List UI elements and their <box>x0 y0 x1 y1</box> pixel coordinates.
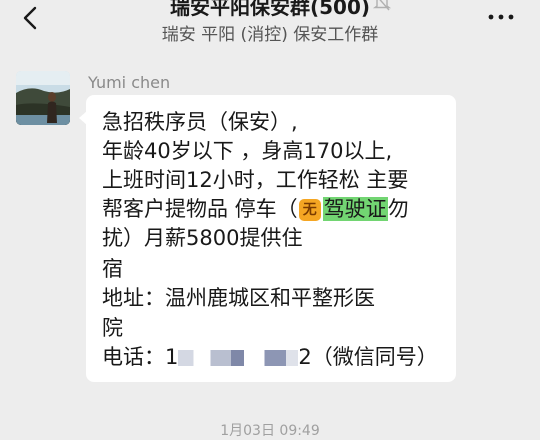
highlighted-keyword[interactable]: 驾驶证 <box>322 197 388 221</box>
sender-avatar[interactable] <box>16 71 70 125</box>
message-text: 帮客户提物品 停车（ <box>102 197 298 221</box>
phone-label: 电话： <box>102 345 165 369</box>
mute-bell-icon <box>372 0 392 11</box>
chat-header: 瑞安平阳保安群(500) 瑞安 平阳 (消控) 保安工作群 <box>0 0 540 50</box>
message-line: 院 <box>102 316 123 340</box>
message-line: 上班时间12小时，工作轻松 主要 <box>102 168 409 192</box>
more-dots-icon[interactable] <box>486 8 516 28</box>
message-timestamp: 1月03日 09:49 <box>220 423 320 439</box>
message-bubble[interactable]: 急招秩序员（保安）, 年龄40岁以下 ，身高170以上, 上班时间12小时，工作… <box>79 95 456 382</box>
message-line: 帮客户提物品 停车（无驾驶证勿 <box>102 194 409 224</box>
chat-subtitle: 瑞安 平阳 (消控) 保安工作群 <box>161 25 379 45</box>
no-emoji-icon: 无 <box>298 199 321 221</box>
chat-title: 瑞安平阳保安群(500) <box>169 0 371 19</box>
phone-digit-start: 1 <box>165 345 179 369</box>
message-line: 年龄40岁以下 ，身高170以上, <box>102 139 393 163</box>
message-line: 扰）月薪5800提供住 <box>102 226 303 250</box>
message-text: 勿 <box>387 197 409 221</box>
redacted-phone-mask <box>178 350 299 366</box>
message-line: 急招秩序员（保安）, <box>102 110 298 134</box>
message-line: 地址：温州鹿城区和平整形医 <box>102 286 375 310</box>
message-line: 宿 <box>102 257 123 281</box>
phone-suffix: 2（微信同号） <box>298 345 438 369</box>
message-line: 电话：1 2（微信同号） <box>102 342 438 372</box>
sender-name: Yumi chen <box>88 73 171 92</box>
